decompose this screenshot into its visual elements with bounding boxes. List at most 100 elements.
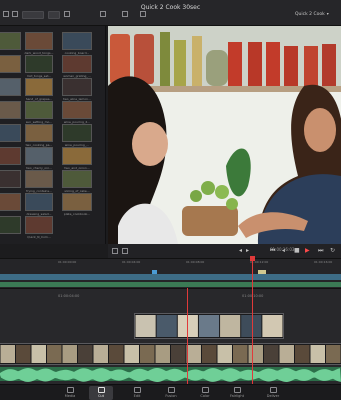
clip-thumbnail — [62, 124, 92, 142]
clip-thumbnail — [0, 78, 21, 96]
filmstrip-frame — [233, 345, 248, 363]
transport-bar: ◂ ▸ ⏮ ◂ ■ ▶ ⏭ ↻ — [108, 244, 341, 258]
page-tab-label: Fairlight — [229, 394, 244, 398]
filmstrip-frame — [220, 315, 241, 337]
media-clip[interactable]: plate_cookbook... — [60, 193, 94, 219]
filmstrip-frame — [248, 345, 263, 363]
ruler-label: 01:00:04:00 — [122, 260, 141, 264]
source-tape-icon[interactable] — [140, 11, 146, 17]
clip-thumbnail — [62, 101, 92, 119]
media-clip[interactable] — [0, 216, 22, 242]
sort-button[interactable] — [48, 11, 60, 19]
grid-view-icon[interactable] — [122, 11, 128, 17]
viewer-selector[interactable]: Quick 2 Cook ▾ — [295, 11, 329, 17]
jump-end-icon[interactable]: ⏭ — [318, 247, 323, 255]
v2-filmstrip — [135, 315, 283, 337]
clip-thumbnail — [0, 55, 21, 73]
filmstrip-frame — [198, 315, 220, 337]
filmstrip-frame — [295, 345, 310, 363]
filmstrip-frame — [0, 345, 15, 363]
timeline-ruler[interactable]: 01:00:00:00 01:00:04:00 01:00:08:00 01:00:1… — [0, 247, 341, 267]
overview-audio-track[interactable] — [0, 282, 341, 287]
loop-icon[interactable]: ↻ — [330, 247, 335, 255]
search-icon[interactable] — [64, 11, 70, 17]
filmstrip-frame — [135, 315, 156, 337]
page-tab-color[interactable]: Color — [193, 386, 217, 400]
audio-meter-icon[interactable] — [122, 248, 128, 254]
play-icon[interactable]: ▶ — [305, 247, 310, 255]
filmstrip-frame — [124, 345, 139, 363]
safe-area-icon[interactable] — [112, 248, 118, 254]
clip-thumbnail — [25, 32, 53, 50]
clip-thumbnail — [62, 32, 92, 50]
filmstrip-frame — [62, 345, 77, 363]
ruler-label: 01:00:08:00 — [186, 260, 205, 264]
media-clip[interactable]: Quick_N_Com... — [24, 216, 54, 242]
page-tab-fairlight[interactable]: Fairlight — [225, 386, 249, 400]
clip-thumbnail — [62, 193, 92, 211]
filmstrip-frame — [326, 345, 341, 363]
filmstrip-frame — [279, 345, 294, 363]
media-pool: dark_wood_tongs... cooking_board... mid_to… — [0, 26, 106, 244]
clip-marker-yellow[interactable] — [258, 270, 266, 274]
clip-thumbnail — [25, 170, 53, 188]
page-tab-media[interactable]: Media — [58, 386, 82, 400]
clip-thumbnail — [0, 216, 21, 234]
page-tab-fusion[interactable]: Fusion — [159, 386, 183, 400]
filmstrip-frame — [262, 315, 283, 337]
viewer-frame-image — [108, 26, 341, 244]
filmstrip-frame — [47, 345, 62, 363]
filmstrip-frame — [78, 345, 93, 363]
view-toggle-button[interactable] — [22, 11, 44, 19]
clip-thumbnail — [0, 147, 21, 165]
sync-bin-icon[interactable] — [12, 11, 18, 17]
playhead[interactable] — [252, 258, 253, 384]
overview-video-track[interactable] — [0, 274, 341, 280]
clip-thumbnail — [25, 101, 53, 119]
v1-filmstrip — [0, 345, 341, 363]
playhead-handle[interactable] — [250, 256, 255, 261]
edit-icon — [133, 387, 141, 393]
page-tab-deliver[interactable]: Deliver — [261, 386, 285, 400]
clip-thumbnail — [25, 216, 53, 234]
filmstrip-frame — [156, 315, 177, 337]
timecode-display: 01:00:16:03 — [270, 247, 295, 252]
clip-thumbnail — [62, 147, 92, 165]
upper-timeline[interactable]: 01:00:00:00 01:00:04:00 01:00:08:00 01:00:1… — [0, 247, 341, 288]
video-track-1[interactable] — [0, 343, 341, 365]
clip-thumbnail — [0, 124, 21, 142]
ruler-label: 01:00:00:00 — [58, 260, 77, 264]
filmstrip-frame — [31, 345, 46, 363]
stop-icon[interactable]: ■ — [294, 247, 300, 255]
clip-thumbnail — [25, 55, 53, 73]
page-tab-label: Fusion — [165, 394, 177, 398]
lower-ruler-label: 01:00:04:00 — [58, 294, 80, 298]
clip-thumbnail — [25, 147, 53, 165]
filmstrip-frame — [264, 345, 279, 363]
filmstrip-frame — [16, 345, 31, 363]
video-track-2-clip[interactable] — [134, 313, 284, 339]
detail-playhead[interactable] — [187, 288, 188, 384]
filmstrip-frame — [93, 345, 108, 363]
clip-name: Quick_N_Com... — [27, 235, 51, 239]
page-navigation: Media Cut Edit Fusion Color Fairlight Deliver — [0, 384, 341, 400]
detail-timeline[interactable]: 01:00:04:00 01:00:10:00 — [0, 288, 341, 384]
audio-track-1[interactable] — [0, 367, 341, 382]
media-pool-icon[interactable] — [3, 11, 9, 17]
waveform-path — [0, 368, 341, 382]
clip-view-icon[interactable] — [100, 11, 106, 17]
page-tab-cut[interactable]: Cut — [89, 386, 113, 400]
clip-thumbnail — [25, 193, 53, 211]
color-icon — [201, 387, 209, 393]
page-tab-edit[interactable]: Edit — [125, 386, 149, 400]
prev-frame-icon[interactable]: ◂ — [239, 247, 242, 255]
clip-thumbnail — [62, 78, 92, 96]
page-tab-label: Media — [64, 394, 76, 398]
clip-marker-blue[interactable] — [152, 270, 157, 274]
next-frame-icon[interactable]: ▸ — [246, 247, 249, 255]
page-tab-label: Color — [200, 394, 210, 398]
clip-thumbnail — [0, 101, 21, 119]
filmstrip-frame — [109, 345, 124, 363]
audio-waveform — [0, 368, 341, 382]
filmstrip-frame — [217, 345, 232, 363]
